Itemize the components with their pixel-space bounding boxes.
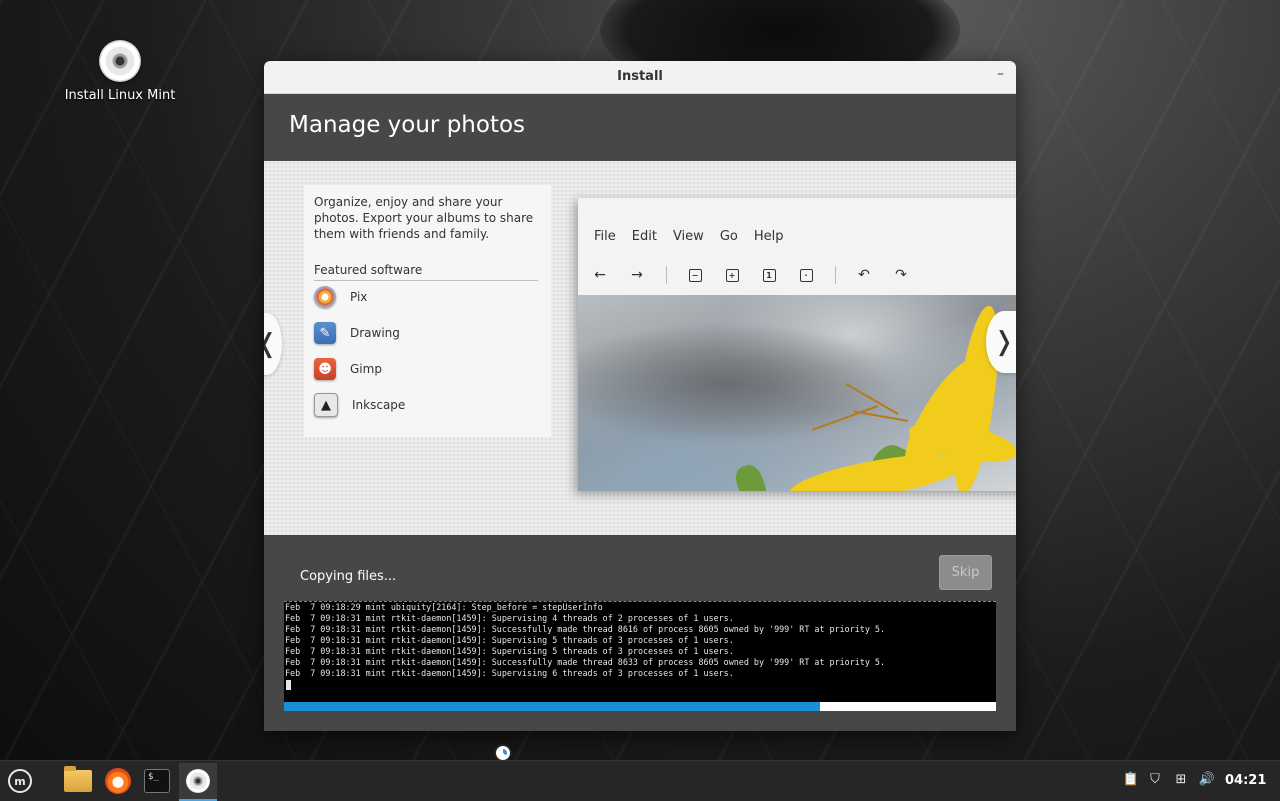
zoom-fit-icon: ·	[792, 264, 820, 286]
log-line: Feb 7 09:18:31 mint rtkit-daemon[1459]: …	[285, 668, 734, 678]
drawing-icon: ✎	[314, 322, 336, 344]
progress-bar-fill	[284, 702, 821, 711]
clipboard-icon[interactable]: 📋	[1121, 769, 1141, 789]
install-window: Install – Manage your photos Organize, e…	[264, 61, 1016, 731]
window-titlebar[interactable]: Install –	[264, 61, 1016, 94]
preview-menu-help: Help	[753, 229, 784, 244]
inkscape-icon: ▲	[314, 393, 338, 417]
taskbar-terminal-button[interactable]: $_	[141, 765, 173, 797]
files-icon	[64, 766, 92, 792]
shield-icon[interactable]: ⛉	[1145, 769, 1165, 789]
slide-header: Manage your photos	[264, 94, 1016, 162]
log-line: Feb 7 09:18:31 mint rtkit-daemon[1459]: …	[285, 624, 886, 634]
toolbar-separator	[666, 266, 667, 284]
photo-stamen	[811, 405, 879, 431]
minimize-button[interactable]: –	[997, 66, 1004, 82]
desktop-icon-label: Install Linux Mint	[64, 88, 176, 103]
software-item-drawing: ✎ Drawing	[314, 321, 400, 345]
software-item-pix: Pix	[314, 285, 367, 309]
software-label: Inkscape	[352, 398, 406, 412]
zoom-in-icon: +	[718, 264, 746, 286]
log-line: Feb 7 09:18:31 mint rtkit-daemon[1459]: …	[285, 613, 734, 623]
preview-menu-edit: Edit	[631, 229, 657, 244]
previous-slide-button[interactable]: ❬	[264, 313, 282, 375]
terminal-icon: $_	[144, 769, 170, 793]
page-title: Manage your photos	[289, 112, 526, 138]
software-label: Pix	[350, 290, 368, 304]
toolbar-separator	[835, 266, 836, 284]
taskbar-files-button[interactable]	[62, 765, 94, 797]
desktop-icon-install-linux-mint[interactable]: Install Linux Mint	[60, 40, 180, 103]
install-log-terminal[interactable]: Feb 7 09:18:29 mint ubiquity[2164]: Step…	[284, 601, 996, 702]
software-item-inkscape: ▲ Inkscape	[314, 393, 405, 417]
software-label: Drawing	[350, 326, 400, 340]
app-screenshot-preview: File Edit View Go Help ← → − + 1 · ↶ ↷	[578, 198, 1016, 491]
taskbar-clock[interactable]: 04:21	[1225, 773, 1266, 788]
next-slide-button[interactable]: ❭	[986, 311, 1016, 373]
taskbar-firefox-button[interactable]	[102, 765, 134, 797]
featured-software-heading: Featured software	[314, 263, 538, 281]
slideshow-panel: Organize, enjoy and share your photos. E…	[264, 161, 1016, 535]
taskbar-installer-button[interactable]	[179, 763, 217, 801]
forward-icon: →	[631, 267, 643, 283]
lily-photo	[578, 295, 1016, 491]
zoom-out-icon: −	[681, 264, 709, 286]
log-line: Feb 7 09:18:31 mint rtkit-daemon[1459]: …	[285, 646, 734, 656]
install-progress-bar	[284, 702, 996, 711]
preview-menu-go: Go	[719, 229, 738, 244]
software-label: Gimp	[350, 362, 382, 376]
log-line: Feb 7 09:18:29 mint ubiquity[2164]: Step…	[285, 602, 603, 612]
taskbar: m $_ 📋 ⛉ ⊞ 🔊 04:21	[0, 760, 1280, 801]
slide-text-panel: Organize, enjoy and share your photos. E…	[304, 185, 551, 437]
terminal-cursor	[286, 680, 291, 690]
mint-menu-button[interactable]: m	[4, 765, 36, 797]
rotate-left-icon: ↶	[858, 267, 870, 283]
window-title: Install	[617, 69, 663, 84]
preview-menu-file: File	[594, 229, 616, 244]
network-icon[interactable]: ⊞	[1171, 769, 1191, 789]
firefox-icon	[105, 768, 131, 794]
pix-icon	[314, 286, 336, 308]
preview-toolbar: ← → − + 1 · ↶ ↷	[586, 264, 924, 286]
progress-status-text: Copying files...	[300, 569, 397, 584]
log-line: Feb 7 09:18:31 mint rtkit-daemon[1459]: …	[285, 635, 734, 645]
disc-icon	[99, 40, 141, 82]
photo-leaf	[731, 461, 771, 491]
preview-menubar: File Edit View Go Help	[586, 229, 791, 244]
volume-icon[interactable]: 🔊	[1197, 769, 1217, 789]
gimp-icon: ☻	[314, 358, 336, 380]
mint-menu-icon: m	[8, 769, 32, 793]
software-item-gimp: ☻ Gimp	[314, 357, 382, 381]
back-icon: ←	[594, 267, 606, 283]
installer-icon	[186, 769, 210, 793]
log-line: Feb 7 09:18:31 mint rtkit-daemon[1459]: …	[285, 657, 886, 667]
rotate-right-icon: ↷	[895, 267, 907, 283]
skip-button[interactable]: Skip	[939, 555, 992, 590]
zoom-original-icon: 1	[755, 264, 783, 286]
photo-stamen	[853, 410, 909, 422]
slide-intro-text: Organize, enjoy and share your photos. E…	[314, 195, 534, 241]
preview-menu-view: View	[672, 229, 704, 244]
